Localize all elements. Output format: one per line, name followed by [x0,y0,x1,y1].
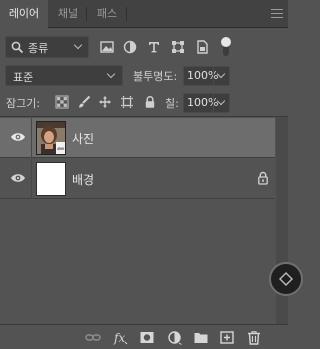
blend-mode-label: 표준 [13,71,34,84]
tab-paths[interactable]: 패스 [89,0,125,28]
eye-icon[interactable] [10,131,26,143]
layer-thumbnail [36,162,66,196]
layer-divider [31,118,32,158]
lock-position-icon[interactable] [98,95,112,109]
layer-filter-row: 종류 [0,32,288,62]
layer-row-background[interactable]: 배경 [0,159,275,199]
layer-list-divider [0,116,288,117]
search-icon [11,41,24,54]
floating-action-button[interactable] [269,262,303,296]
fill-dropdown[interactable] [213,94,229,112]
lock-transparent-pixels-icon[interactable] [55,95,69,109]
toggle-knob [221,37,231,47]
trash-icon[interactable] [246,330,262,345]
tab-separator [86,7,87,21]
diamond-icon [279,272,293,286]
layer-style-icon[interactable]: fx [113,330,129,345]
new-layer-icon[interactable] [219,330,235,345]
layer-name[interactable]: 배경 [72,171,94,188]
opacity-dropdown[interactable] [213,67,229,85]
lock-fill-row: 잠그기: 칠: 100% [0,90,288,114]
photo-thumbnail-image [37,122,65,154]
opacity-field[interactable]: 100% [183,66,230,86]
tab-separator [126,7,127,21]
tab-channels[interactable]: 채널 [50,0,86,28]
blend-mode-select[interactable]: 표준 [5,65,123,86]
layer-name[interactable]: 사진 [72,130,94,147]
filter-toggle-switch[interactable] [221,37,231,56]
opacity-label: 불투명도: [133,70,178,83]
chevron-down-icon [73,40,83,50]
new-group-icon[interactable] [193,330,209,345]
adjustment-filter-icon[interactable] [122,39,138,55]
chevron-down-icon [106,69,116,79]
panel-tab-bar: 레이어 채널 패스 [0,0,288,29]
layer-row-photo[interactable]: 사진 [0,118,275,158]
add-mask-icon[interactable] [139,330,155,345]
lock-icon[interactable] [257,171,269,185]
filter-kind-label: 종류 [28,42,49,55]
layers-bottom-toolbar: fx [0,324,288,349]
chevron-down-icon [216,96,226,106]
lock-all-icon[interactable] [143,95,157,109]
image-filter-icon[interactable] [99,39,115,55]
shape-filter-icon[interactable] [170,39,186,55]
lock-image-pixels-icon[interactable] [77,95,91,109]
type-filter-icon[interactable] [146,39,162,55]
panel-menu-icon[interactable] [271,9,283,19]
svg-text:fx: fx [113,331,125,345]
eye-icon[interactable] [10,172,26,184]
filter-kind-select[interactable]: 종류 [5,36,89,58]
adjustment-layer-icon[interactable] [167,330,183,345]
chevron-down-icon [216,69,226,79]
tab-layers[interactable]: 레이어 [0,0,48,29]
layer-thumbnail [36,121,66,155]
fill-field[interactable]: 100% [183,93,230,113]
lock-artboard-icon[interactable] [120,95,134,109]
fill-label: 칠: [165,97,179,110]
smart-object-filter-icon[interactable] [194,39,210,55]
layer-divider [31,159,32,199]
link-layers-icon[interactable] [85,330,101,345]
blend-opacity-row: 표준 불투명도: 100% [0,63,288,87]
lock-label: 잠그기: [6,97,41,110]
